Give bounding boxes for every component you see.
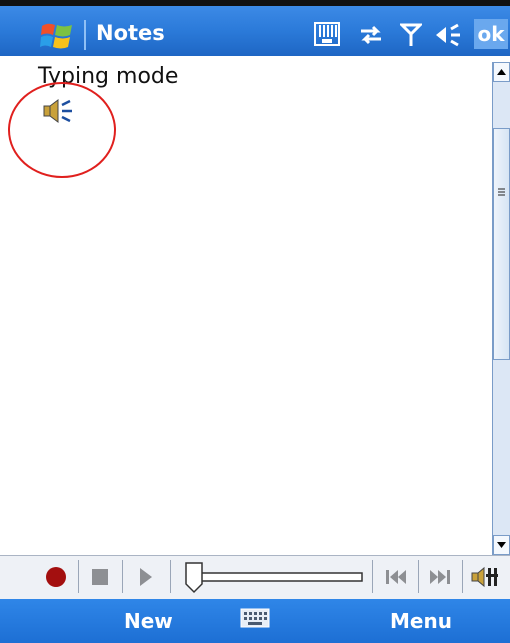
previous-button[interactable]	[378, 558, 414, 595]
toolbar-separator	[462, 560, 463, 593]
volume-icon[interactable]	[432, 20, 466, 50]
next-button[interactable]	[422, 558, 458, 595]
windows-start-icon[interactable]	[40, 20, 74, 52]
new-softkey[interactable]: New	[124, 599, 173, 643]
menu-softkey[interactable]: Menu	[390, 599, 452, 643]
toolbar-separator	[78, 560, 79, 593]
signal-icon[interactable]	[396, 20, 426, 50]
toolbar-separator	[122, 560, 123, 593]
keyboard-icon[interactable]	[240, 605, 270, 637]
title-bar: Notes ok	[0, 0, 510, 56]
play-button[interactable]	[126, 558, 166, 595]
stop-button[interactable]	[82, 558, 118, 595]
connectivity-icon[interactable]	[354, 20, 388, 50]
recorder-toolbar	[0, 555, 510, 599]
record-button[interactable]	[38, 558, 74, 595]
toolbar-separator	[170, 560, 171, 593]
toolbar-separator	[418, 560, 419, 593]
scroll-thumb[interactable]	[493, 128, 510, 360]
input-panel-icon[interactable]	[310, 20, 344, 50]
app-title: Notes	[96, 21, 165, 45]
annotation-circle	[8, 82, 116, 178]
scroll-up-button[interactable]	[493, 62, 510, 82]
scroll-down-button[interactable]	[493, 535, 510, 555]
recorder-volume-icon[interactable]	[466, 558, 506, 595]
ok-button[interactable]: ok	[474, 19, 508, 49]
toolbar-separator	[372, 560, 373, 593]
vertical-scrollbar[interactable]	[492, 62, 510, 555]
title-separator	[84, 20, 86, 50]
softkey-bar: New Menu	[0, 599, 510, 643]
position-slider[interactable]	[176, 558, 366, 595]
